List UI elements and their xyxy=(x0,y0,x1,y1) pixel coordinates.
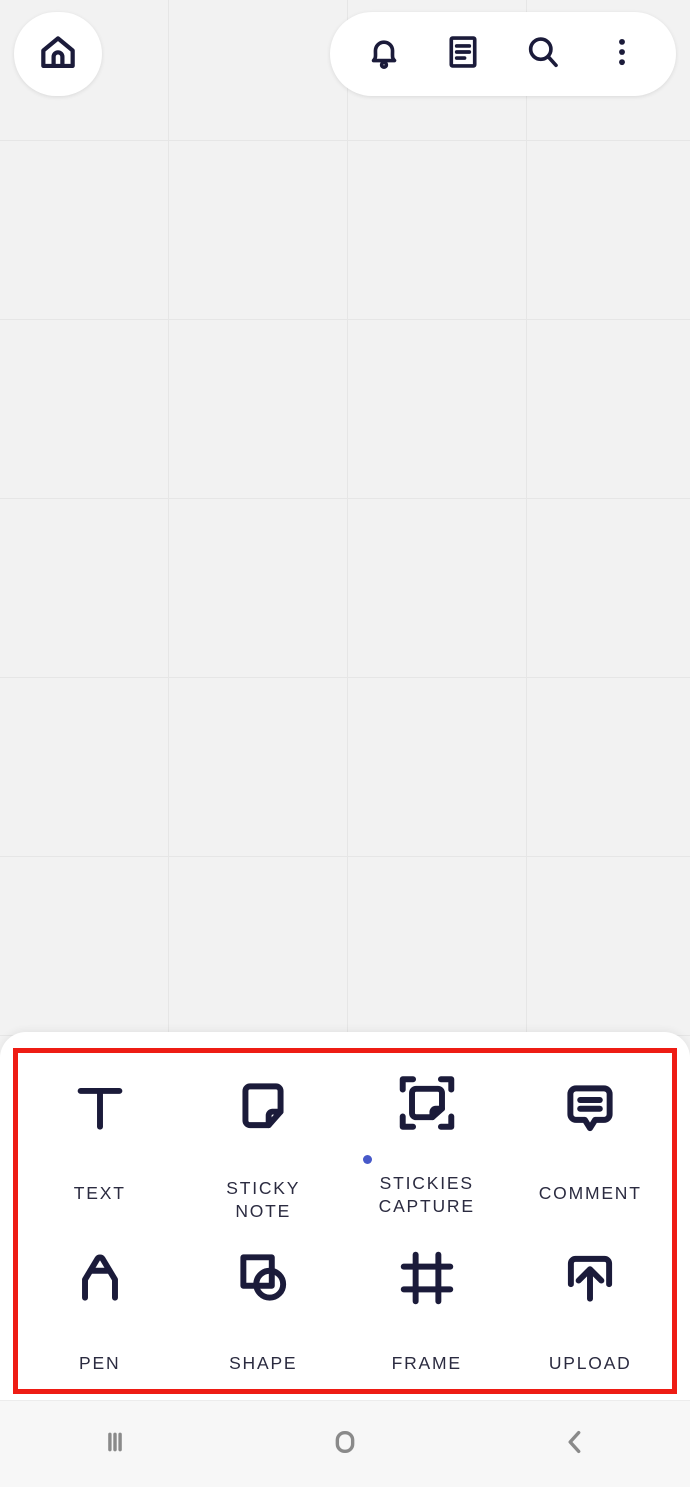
pen-icon xyxy=(69,1242,131,1314)
search-button[interactable] xyxy=(512,23,574,85)
search-icon xyxy=(524,33,562,76)
home-button[interactable] xyxy=(14,12,102,96)
tool-panel-container: TEXT STICKY NOTE STICKIES CAPTURE COMMEN… xyxy=(0,1032,690,1400)
nav-home-button[interactable] xyxy=(285,1401,405,1487)
sticky-note-icon xyxy=(232,1072,294,1139)
comment-icon xyxy=(559,1072,621,1144)
stickies-capture-icon xyxy=(396,1072,458,1134)
home-circle-icon xyxy=(328,1425,362,1464)
tool-label: UPLOAD xyxy=(549,1328,632,1375)
tool-comment[interactable]: COMMENT xyxy=(509,1054,673,1224)
tool-stickies-capture-label: STICKIES CAPTURE xyxy=(378,1172,475,1217)
more-vertical-icon xyxy=(603,33,641,76)
document-icon xyxy=(444,33,482,76)
back-chevron-icon xyxy=(558,1425,592,1464)
bell-icon xyxy=(365,33,403,76)
tool-comment-label: COMMENT xyxy=(538,1182,642,1203)
shape-icon xyxy=(232,1242,294,1314)
tool-shape[interactable]: SHAPE xyxy=(182,1224,346,1394)
tool-label: FRAME xyxy=(392,1328,462,1375)
nav-recents-button[interactable] xyxy=(55,1401,175,1487)
nav-back-button[interactable] xyxy=(515,1401,635,1487)
text-icon xyxy=(69,1072,131,1144)
notifications-button[interactable] xyxy=(353,23,415,85)
tool-label: STICKIES CAPTURE xyxy=(362,1148,475,1243)
tool-panel: TEXT STICKY NOTE STICKIES CAPTURE COMMEN… xyxy=(0,1032,690,1400)
tool-label: PEN xyxy=(79,1328,120,1375)
upload-icon xyxy=(559,1242,621,1314)
tool-label: STICKY NOTE xyxy=(226,1153,300,1224)
app-root: TEXT STICKY NOTE STICKIES CAPTURE COMMEN… xyxy=(0,0,690,1487)
tool-label: COMMENT xyxy=(539,1158,642,1205)
tool-text[interactable]: TEXT xyxy=(18,1054,182,1224)
top-actions-group xyxy=(330,12,676,96)
frame-icon xyxy=(396,1242,458,1314)
tool-frame-label: FRAME xyxy=(391,1352,462,1373)
tool-sticky-note[interactable]: STICKY NOTE xyxy=(182,1054,346,1224)
tool-frame[interactable]: FRAME xyxy=(345,1224,509,1394)
tool-text-label: TEXT xyxy=(73,1182,126,1203)
tool-sticky-note-label: STICKY NOTE xyxy=(226,1177,301,1222)
tool-stickies-capture[interactable]: STICKIES CAPTURE xyxy=(345,1054,509,1224)
tool-pen[interactable]: PEN xyxy=(18,1224,182,1394)
more-options-button[interactable] xyxy=(591,23,653,85)
top-toolbar xyxy=(0,0,690,108)
tool-grid: TEXT STICKY NOTE STICKIES CAPTURE COMMEN… xyxy=(18,1054,672,1394)
system-navigation-bar xyxy=(0,1400,690,1487)
tool-upload-label: UPLOAD xyxy=(548,1352,632,1373)
tool-upload[interactable]: UPLOAD xyxy=(509,1224,673,1394)
status-badge-dot xyxy=(362,1155,372,1164)
document-button[interactable] xyxy=(432,23,494,85)
tool-shape-label: SHAPE xyxy=(229,1352,298,1373)
tool-pen-label: PEN xyxy=(79,1352,121,1373)
recents-icon xyxy=(98,1425,132,1464)
tool-label: TEXT xyxy=(74,1158,126,1205)
home-icon xyxy=(36,30,80,79)
tool-label: SHAPE xyxy=(229,1328,297,1375)
